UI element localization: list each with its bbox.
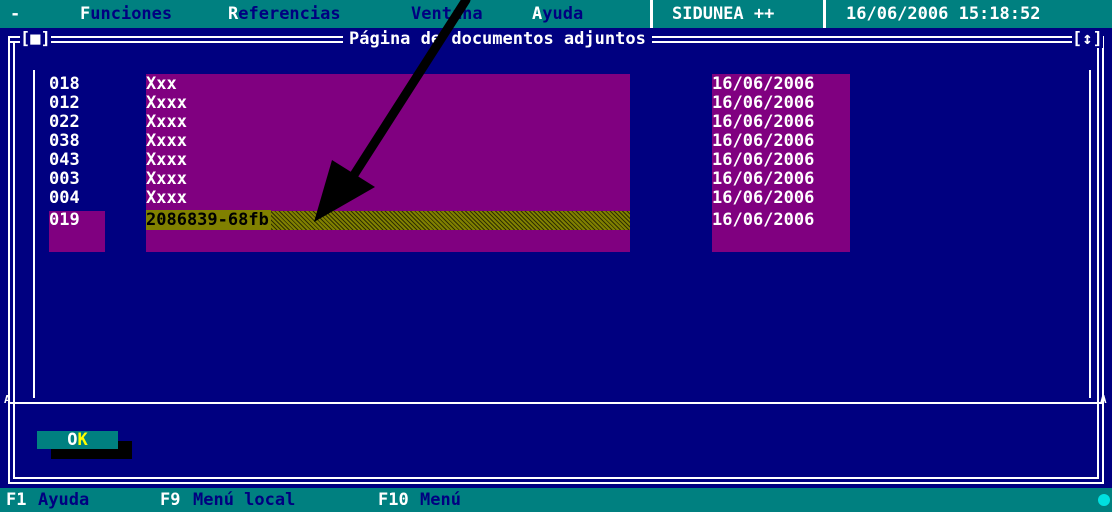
sidunea-screen: - Funciones Referencias Ventana Ayuda SI… [0, 0, 1112, 512]
annotation-arrow-icon [314, 0, 471, 222]
